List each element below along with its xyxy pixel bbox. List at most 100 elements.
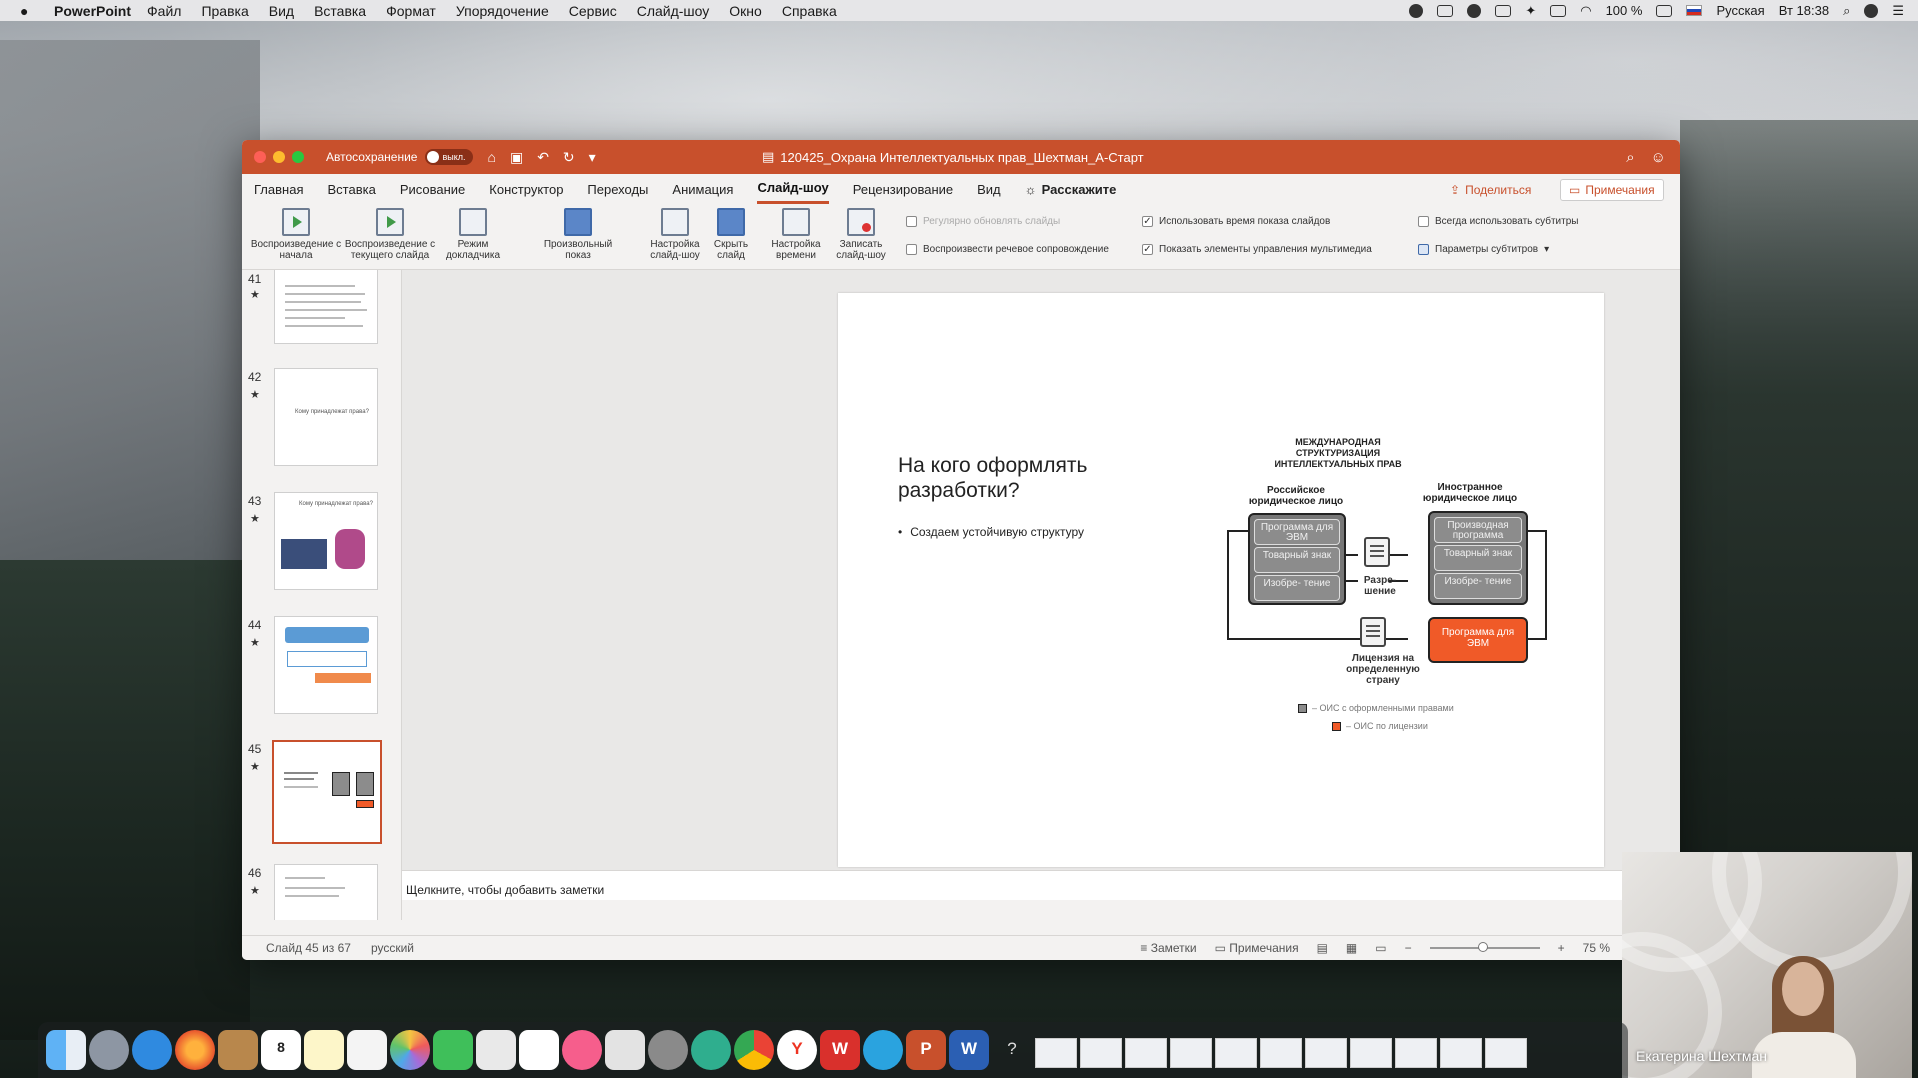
right-item-invention[interactable]: Изобре- тение	[1434, 573, 1522, 599]
customize-toolbar-icon[interactable]: ▾	[589, 149, 596, 166]
bluetooth-icon[interactable]: ✦	[1525, 3, 1536, 19]
redo-icon[interactable]: ↻	[563, 149, 575, 166]
menu-arrange[interactable]: Упорядочение	[456, 3, 549, 19]
right-item-trademark[interactable]: Товарный знак	[1434, 545, 1522, 571]
apple-icon[interactable]: ●	[20, 3, 42, 19]
language-indicator[interactable]: русский	[371, 941, 414, 955]
slide-thumbnails-pane[interactable]: 41 ★ 42 ★ Кому принадлежат права? 43 ★ К…	[242, 270, 402, 920]
close-window-button[interactable]	[254, 151, 266, 163]
tab-review[interactable]: Рецензирование	[853, 174, 953, 204]
tab-transitions[interactable]: Переходы	[587, 174, 648, 204]
photos-icon[interactable]	[390, 1030, 430, 1070]
tab-slideshow[interactable]: Слайд-шоу	[757, 174, 829, 204]
licensed-software-box[interactable]: Программа для ЭВМ	[1428, 617, 1528, 663]
share-button[interactable]: ⇪ Поделиться	[1442, 179, 1539, 201]
clock[interactable]: Вт 18:38	[1779, 3, 1829, 18]
notebook-icon[interactable]	[218, 1030, 258, 1070]
autosave-toggle[interactable]: выкл.	[425, 149, 474, 165]
tab-design[interactable]: Конструктор	[489, 174, 563, 204]
slide-editor[interactable]: На кого оформлять разработки? • Создаем у…	[402, 270, 1680, 870]
notes-pane[interactable]: Щелкните, чтобы добавить заметки	[402, 870, 1680, 900]
keynote-icon[interactable]	[605, 1030, 645, 1070]
tab-view[interactable]: Вид	[977, 174, 1001, 204]
yandex-browser-icon[interactable]: Y	[777, 1030, 817, 1070]
maximize-window-button[interactable]	[292, 151, 304, 163]
right-item-derived-software[interactable]: Производная программа	[1434, 517, 1522, 543]
minimized-window[interactable]	[1485, 1038, 1527, 1068]
menu-view[interactable]: Вид	[269, 3, 294, 19]
input-language[interactable]: Русская	[1716, 3, 1764, 18]
menu-format[interactable]: Формат	[386, 3, 436, 19]
hide-slide-button[interactable]: Скрыть слайд	[708, 208, 754, 261]
tab-insert[interactable]: Вставка	[327, 174, 375, 204]
minimized-window[interactable]	[1350, 1038, 1392, 1068]
minimized-window[interactable]	[1170, 1038, 1212, 1068]
spotlight-icon[interactable]: ⌕	[1843, 3, 1850, 19]
calendar-icon[interactable]: 8	[261, 1030, 301, 1070]
comments-button[interactable]: ▭ Примечания	[1560, 179, 1664, 201]
left-item-software[interactable]: Программа для ЭВМ	[1254, 519, 1340, 545]
powerpoint-icon[interactable]: P	[906, 1030, 946, 1070]
play-narration-checkbox[interactable]: Воспроизвести речевое сопровождение	[906, 244, 1109, 255]
save-icon[interactable]: ▣	[510, 149, 523, 166]
minimized-window[interactable]	[1440, 1038, 1482, 1068]
music-icon[interactable]	[562, 1030, 602, 1070]
app-menu[interactable]: PowerPoint	[54, 3, 131, 19]
home-icon[interactable]: ⌂	[487, 149, 495, 165]
always-subtitles-checkbox[interactable]: Всегда использовать субтитры	[1418, 216, 1578, 227]
menu-edit[interactable]: Правка	[201, 3, 248, 19]
minimized-window[interactable]	[1305, 1038, 1347, 1068]
search-icon[interactable]: ⌕	[1626, 149, 1634, 166]
minimized-window[interactable]	[1080, 1038, 1122, 1068]
tell-me-box[interactable]: ☼ Расскажите	[1025, 182, 1117, 197]
status-comments-button[interactable]: ▭ Примечания	[1215, 941, 1299, 955]
safari-icon[interactable]	[132, 1030, 172, 1070]
help-icon[interactable]: ?	[992, 1030, 1032, 1070]
reminders-icon[interactable]	[347, 1030, 387, 1070]
setup-show-button[interactable]: Настройка слайд-шоу	[644, 208, 706, 261]
undo-icon[interactable]: ↶	[537, 149, 549, 166]
siri-icon[interactable]	[1864, 3, 1879, 18]
facetime-icon[interactable]	[433, 1030, 473, 1070]
menu-tools[interactable]: Сервис	[569, 3, 617, 19]
numbers-icon[interactable]	[519, 1030, 559, 1070]
presenter-mode-button[interactable]: Режим докладчика	[442, 208, 504, 261]
minimized-window[interactable]	[1260, 1038, 1302, 1068]
minimized-window[interactable]	[1395, 1038, 1437, 1068]
media-controls-checkbox[interactable]: ✓ Показать элементы управления мультимеди…	[1142, 244, 1372, 255]
launchpad-icon[interactable]	[89, 1030, 129, 1070]
left-item-trademark[interactable]: Товарный знак	[1254, 547, 1340, 573]
play-from-current-button[interactable]: Воспроизведение с текущего слайда	[342, 208, 438, 261]
status-icon[interactable]	[1409, 3, 1424, 18]
status-notes-button[interactable]: ≡ Заметки	[1140, 941, 1196, 955]
thumbnail-44[interactable]: 44 ★	[242, 616, 401, 718]
firefox-icon[interactable]	[175, 1030, 215, 1070]
menu-insert[interactable]: Вставка	[314, 3, 366, 19]
menu-help[interactable]: Справка	[782, 3, 837, 19]
textedit-icon[interactable]	[476, 1030, 516, 1070]
wps-icon[interactable]: W	[820, 1030, 860, 1070]
left-item-invention[interactable]: Изобре- тение	[1254, 575, 1340, 601]
keyboard-icon[interactable]	[1550, 4, 1567, 17]
subtitle-settings-dropdown[interactable]: Параметры субтитров ▾	[1418, 244, 1549, 255]
wifi-icon[interactable]: ◠	[1580, 3, 1591, 19]
zoom-out-icon[interactable]: −	[1405, 941, 1412, 955]
minimized-window[interactable]	[1035, 1038, 1077, 1068]
system-preferences-icon[interactable]	[648, 1030, 688, 1070]
update-slides-checkbox[interactable]: Регулярно обновлять слайды	[906, 216, 1060, 227]
chrome-icon[interactable]	[734, 1030, 774, 1070]
minimized-window[interactable]	[1215, 1038, 1257, 1068]
telegram-icon[interactable]	[863, 1030, 903, 1070]
record-show-button[interactable]: Записать слайд-шоу	[830, 208, 892, 261]
thumbnail-46[interactable]: 46 ★	[242, 864, 401, 920]
thumbnail-43[interactable]: 43 ★ Кому принадлежат права?	[242, 492, 401, 594]
zoom-slider[interactable]	[1429, 942, 1540, 952]
tab-draw[interactable]: Рисование	[400, 174, 465, 204]
menu-file[interactable]: Файл	[147, 3, 181, 19]
cloud-icon[interactable]	[1467, 3, 1482, 18]
word-icon[interactable]: W	[949, 1030, 989, 1070]
menu-slideshow[interactable]: Слайд-шоу	[637, 3, 710, 19]
zoom-in-icon[interactable]: +	[1558, 941, 1565, 955]
left-rights-group[interactable]: Программа для ЭВМ Товарный знак Изобре- …	[1248, 513, 1346, 605]
play-from-start-button[interactable]: Воспроизведение с начала	[250, 208, 342, 261]
